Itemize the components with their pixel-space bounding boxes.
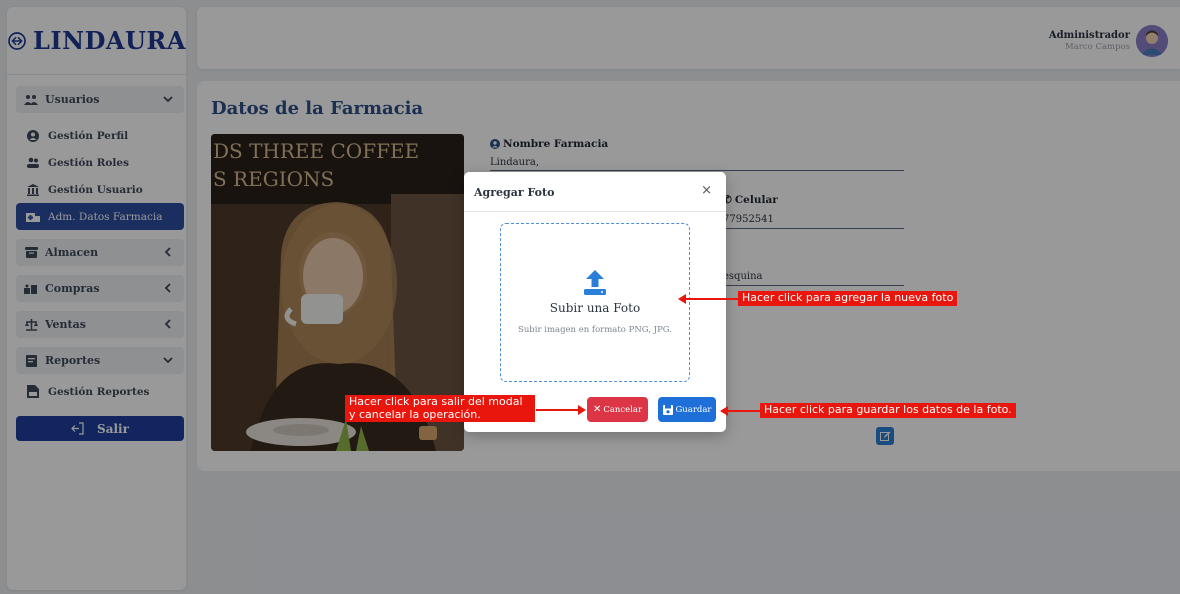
close-icon[interactable]: ×: [701, 183, 712, 198]
annotation-arrow-upload: [678, 294, 738, 304]
app-root: LINDAURA Usuarios Gestión Perfil Gestión…: [0, 0, 1180, 594]
add-photo-modal: Agregar Foto × Subir una Foto Subir imag…: [464, 172, 726, 432]
dropzone-title: Subir una Foto: [549, 301, 641, 315]
x-icon: ✕: [592, 404, 602, 415]
dropzone-subtitle: Subir imagen en formato PNG, JPG.: [518, 325, 672, 335]
annotation-arrow-cancel: [536, 405, 586, 415]
annotation-cancel-line2: y cancelar la operación.: [349, 407, 481, 421]
upload-icon: [584, 270, 606, 295]
annotation-arrow-save: [720, 406, 760, 416]
save-button[interactable]: Guardar: [658, 397, 716, 422]
modal-title: Agregar Foto: [474, 186, 555, 199]
modal-header: Agregar Foto ×: [464, 172, 726, 212]
cancel-button[interactable]: ✕ Cancelar: [587, 397, 648, 422]
annotation-upload: Hacer click para agregar la nueva foto: [738, 291, 958, 306]
save-label: Guardar: [675, 404, 712, 415]
floppy-disk-icon: [662, 404, 673, 415]
photo-dropzone[interactable]: Subir una Foto Subir imagen en formato P…: [500, 223, 690, 382]
annotation-cancel: Hacer click para salir del modal y cance…: [345, 395, 535, 423]
cancel-label: Cancelar: [603, 404, 643, 415]
annotation-cancel-line1: Hacer click para salir del modal: [349, 395, 523, 408]
annotation-save: Hacer click para guardar los datos de la…: [760, 403, 1016, 418]
